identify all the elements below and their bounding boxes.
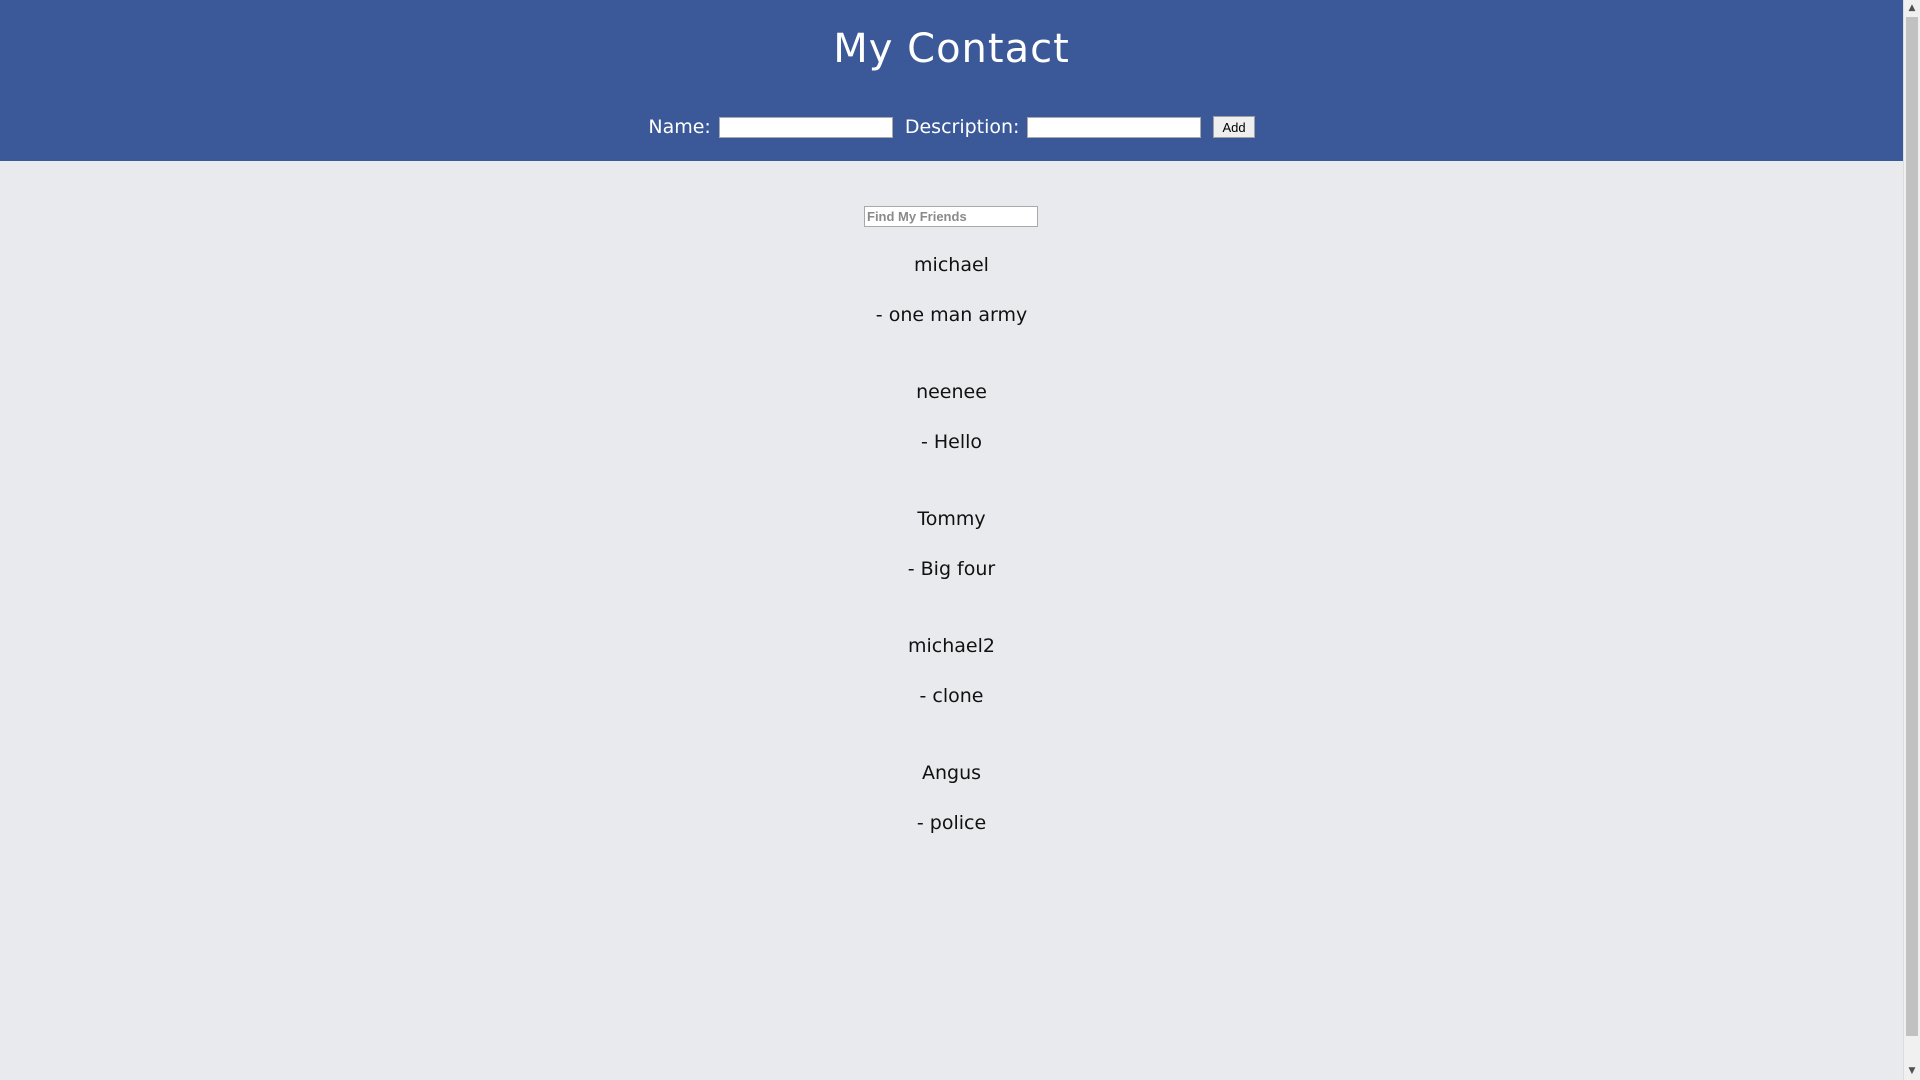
contact-name: michael <box>914 254 989 276</box>
vertical-scrollbar[interactable]: ▲ ▼ <box>1903 0 1920 1080</box>
contact-item: Tommy - Big four <box>0 504 1903 631</box>
contact-description: - Big four <box>907 558 996 580</box>
description-label: Description: <box>904 116 1020 138</box>
contact-description: - police <box>916 812 987 834</box>
add-contact-form: Name: Description: Add <box>0 114 1903 140</box>
arrow-down-icon[interactable]: ▼ <box>1904 1063 1920 1080</box>
contact-description: - clone <box>919 685 984 707</box>
find-friends-search-input[interactable] <box>864 206 1038 227</box>
contact-description: - one man army <box>875 304 1028 326</box>
scrollbar-thumb[interactable] <box>1906 17 1918 1036</box>
contact-item: neenee - Hello <box>0 377 1903 504</box>
name-input[interactable] <box>718 116 893 138</box>
contact-name: michael2 <box>908 635 995 657</box>
header-bar: My Contact Name: Description: Add <box>0 0 1903 161</box>
contact-item: michael2 - clone <box>0 631 1903 758</box>
contact-description: - Hello <box>920 431 983 453</box>
contact-name: neenee <box>916 381 987 403</box>
arrow-up-icon[interactable]: ▲ <box>1904 0 1920 17</box>
contact-name: Tommy <box>917 508 986 530</box>
page-title: My Contact <box>833 26 1070 72</box>
description-input[interactable] <box>1027 116 1202 138</box>
contact-name: Angus <box>921 762 982 784</box>
contact-item: Angus - police <box>0 758 1903 885</box>
contact-item: michael - one man army <box>0 250 1903 377</box>
add-button[interactable]: Add <box>1213 116 1255 138</box>
name-label: Name: <box>648 116 711 138</box>
contact-list: michael - one man army neenee - Hello To… <box>0 250 1903 885</box>
page: My Contact Name: Description: Add michae… <box>0 0 1903 1080</box>
